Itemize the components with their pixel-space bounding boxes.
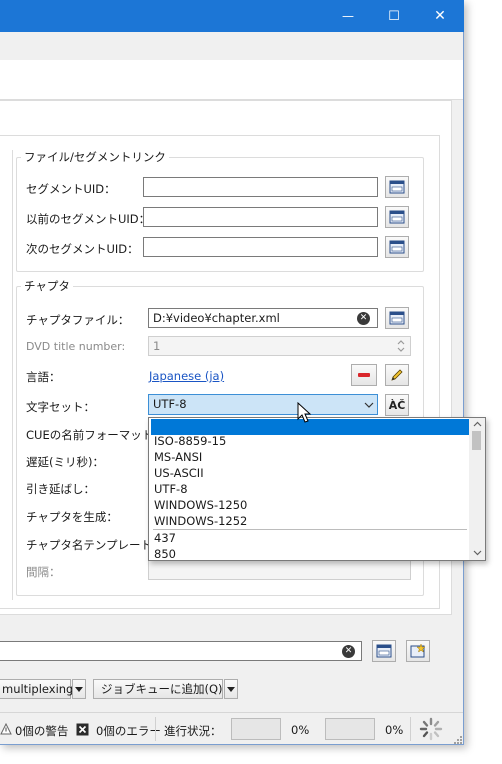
errors-count[interactable]: 0個のエラー — [96, 723, 161, 739]
file-segment-title: ファイル/セグメントリンク — [21, 149, 169, 165]
prev-segment-uid-input[interactable] — [143, 207, 378, 227]
charset-label: 文字セット： — [26, 400, 95, 414]
error-icon — [76, 723, 89, 736]
busy-spinner-icon — [419, 717, 443, 741]
prev-segment-uid-label: 以前のセグメントUID： — [26, 212, 151, 226]
open-file-icon — [389, 311, 405, 325]
clear-output-icon[interactable]: ✕ — [342, 645, 355, 658]
start-multiplexing-button[interactable]: multiplexing — [0, 679, 74, 699]
total-progress-bar — [325, 718, 375, 740]
minimize-button[interactable]: — — [325, 0, 371, 32]
mouse-cursor-icon — [297, 402, 312, 423]
delay-label: 遅延(ミリ秒)： — [26, 455, 104, 469]
output-options-button[interactable] — [406, 640, 430, 662]
stretch-label: 引き延ばし： — [26, 482, 95, 496]
next-segment-uid-browse-button[interactable] — [385, 236, 409, 258]
charset-option[interactable]: 437 — [151, 530, 469, 546]
status-bar-divider — [0, 712, 463, 713]
minimize-icon: — — [342, 9, 354, 23]
chevron-down-icon — [227, 686, 235, 692]
chevron-down-icon — [75, 686, 83, 692]
charset-dropdown-list[interactable]: ISO-8859-15 MS-ANSI US-ASCII UTF-8 WINDO… — [148, 417, 486, 561]
open-file-icon — [389, 210, 405, 224]
scroll-up-icon[interactable] — [473, 421, 482, 427]
dvd-title-spinner: 1 — [148, 336, 411, 356]
edit-language-button[interactable] — [385, 364, 409, 386]
interval-label: 間隔： — [26, 565, 61, 579]
segment-uid-label: セグメントUID： — [26, 182, 116, 196]
progress-label: 進行状況： — [164, 724, 222, 738]
segment-uid-input[interactable] — [143, 177, 378, 197]
total-progress-text: 0% — [385, 723, 404, 737]
charset-option[interactable]: WINDOWS-1250 — [151, 497, 469, 513]
charset-value: UTF-8 — [153, 397, 187, 411]
maximize-button[interactable]: ☐ — [371, 0, 417, 32]
charset-detect-button[interactable]: ÀČ — [385, 394, 409, 416]
language-label: 言語： — [26, 370, 61, 384]
output-browse-button[interactable] — [372, 640, 396, 662]
charset-combobox[interactable]: UTF-8 — [148, 394, 378, 415]
resize-grip-icon[interactable] — [453, 735, 463, 745]
interval-input — [148, 560, 411, 580]
current-progress-bar — [231, 718, 281, 740]
pencil-icon — [391, 369, 403, 381]
save-star-icon — [410, 643, 426, 658]
left-group-edge — [12, 150, 13, 600]
charset-detect-icon: ÀČ — [388, 398, 406, 412]
chapter-file-value: D:¥video¥chapter.xml — [153, 311, 280, 325]
menu-bar — [0, 32, 463, 60]
chapter-title: チャプタ — [21, 278, 73, 294]
title-bar[interactable]: — ☐ ✕ — [0, 0, 464, 32]
chapter-file-browse-button[interactable] — [385, 307, 409, 329]
add-to-job-queue-button[interactable]: ジョブキューに追加(Q) — [93, 679, 223, 699]
dropdown-scrollbar[interactable] — [469, 418, 485, 560]
tab-strip — [0, 60, 463, 100]
add-job-label: ジョブキューに追加(Q) — [101, 682, 223, 696]
chevron-down-icon — [364, 402, 374, 408]
close-icon: ✕ — [434, 8, 446, 24]
clear-chapter-file-icon[interactable]: ✕ — [357, 312, 370, 325]
spinner-arrows-icon — [397, 340, 405, 352]
prev-segment-uid-browse-button[interactable] — [385, 206, 409, 228]
output-file-input[interactable] — [0, 641, 362, 661]
open-file-icon — [389, 240, 405, 254]
scroll-down-icon[interactable] — [473, 550, 482, 556]
dvd-title-value: 1 — [153, 339, 161, 353]
warning-icon — [0, 723, 12, 735]
chapter-name-template-label: チャプタ名テンプレート： — [26, 538, 164, 552]
mux-label: multiplexing — [2, 682, 74, 696]
charset-option[interactable]: ISO-8859-15 — [151, 433, 469, 449]
open-file-icon — [389, 180, 405, 194]
cue-format-label: CUEの名前フォーマット： — [26, 428, 165, 442]
mux-menu-button[interactable] — [72, 679, 86, 699]
scroll-thumb[interactable] — [472, 431, 481, 450]
generate-chapters-label: チャプタを生成： — [26, 510, 118, 524]
current-progress-text: 0% — [291, 723, 310, 737]
maximize-icon: ☐ — [388, 8, 400, 24]
open-file-icon — [376, 644, 392, 658]
charset-option[interactable]: MS-ANSI — [151, 449, 469, 465]
dvd-title-label: DVD title number: — [26, 340, 126, 353]
add-job-menu-button[interactable] — [224, 679, 238, 699]
charset-option[interactable]: US-ASCII — [151, 465, 469, 481]
charset-option[interactable]: UTF-8 — [151, 481, 469, 497]
language-link[interactable]: Japanese (ja) — [149, 369, 224, 383]
segment-uid-browse-button[interactable] — [385, 176, 409, 198]
minus-icon — [358, 373, 370, 377]
next-segment-uid-label: 次のセグメントUID： — [26, 242, 139, 256]
chapter-file-label: チャプタファイル： — [26, 313, 130, 327]
charset-option[interactable]: WINDOWS-1252 — [151, 513, 469, 529]
next-segment-uid-input[interactable] — [143, 237, 378, 257]
remove-language-button[interactable] — [351, 364, 377, 386]
status-separator — [155, 717, 156, 741]
charset-option[interactable]: 850 — [151, 546, 469, 560]
status-separator — [410, 717, 411, 741]
close-button[interactable]: ✕ — [417, 0, 463, 32]
chapter-file-input[interactable]: D:¥video¥chapter.xml — [148, 308, 378, 328]
warnings-count[interactable]: 0個の警告 — [15, 723, 68, 739]
